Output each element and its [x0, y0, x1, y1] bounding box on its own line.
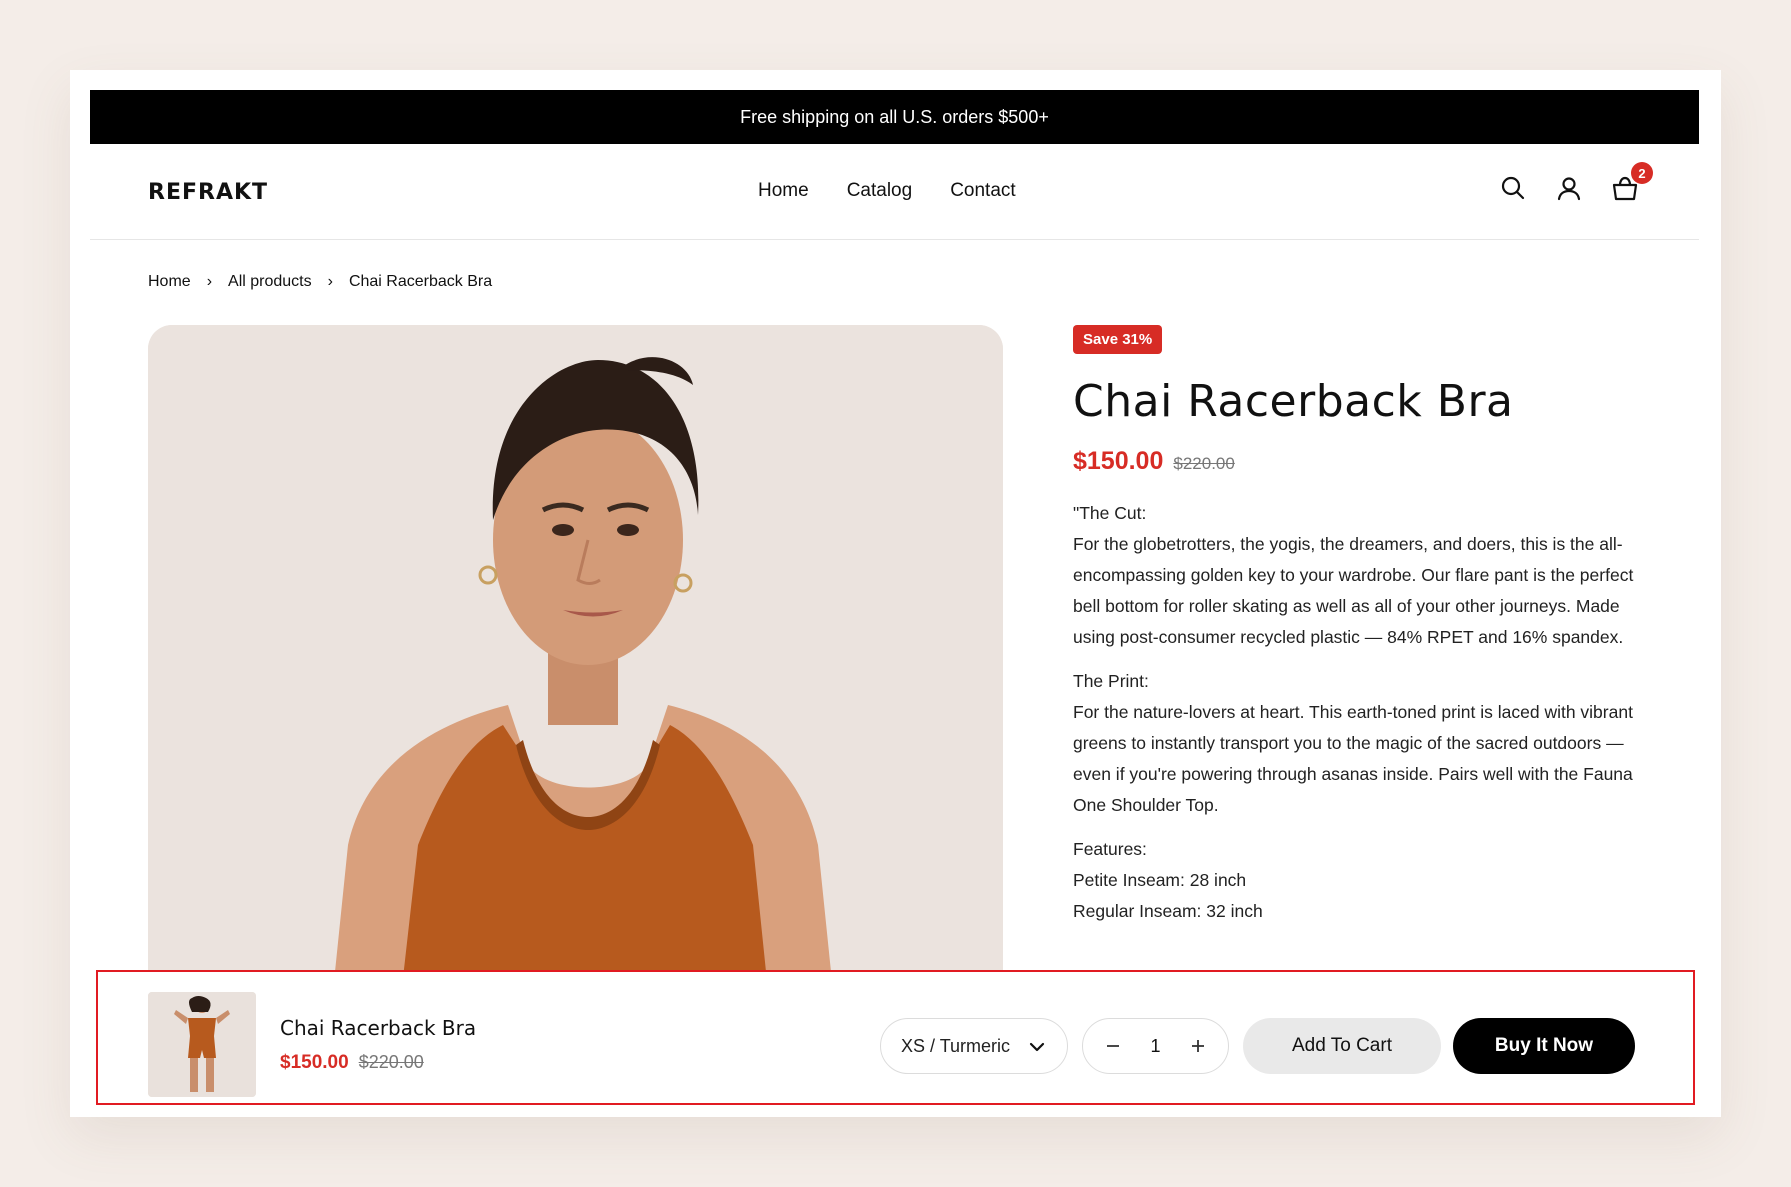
chevron-right-icon: › — [327, 273, 333, 290]
sticky-price-row: $150.00 $220.00 — [280, 1052, 424, 1074]
announcement-text: Free shipping on all U.S. orders $500+ — [740, 106, 1049, 127]
cut-text: For the globetrotters, the yogis, the dr… — [1073, 534, 1634, 647]
main-nav: Home Catalog Contact — [758, 180, 1016, 202]
breadcrumb-all-products[interactable]: All products — [228, 273, 312, 291]
feature-item: Petite Inseam: 28 inch — [1073, 870, 1247, 890]
cart-icon[interactable]: 2 — [1609, 162, 1653, 204]
header-icons: 2 — [1497, 162, 1653, 204]
description-print: The Print: For the nature-lovers at hear… — [1073, 666, 1643, 821]
features-heading: Features: — [1073, 839, 1147, 859]
sticky-sale-price: $150.00 — [280, 1052, 349, 1073]
variant-selected-value: XS / Turmeric — [901, 1035, 1011, 1056]
buy-now-button[interactable]: Buy It Now — [1453, 1018, 1635, 1074]
cut-heading: "The Cut: — [1073, 503, 1147, 523]
description-cut: "The Cut: For the globetrotters, the yog… — [1073, 498, 1643, 653]
variant-select[interactable]: XS / Turmeric — [880, 1018, 1068, 1074]
feature-item: Regular Inseam: 32 inch — [1073, 901, 1263, 921]
product-info: Save 31% Chai Racerback Bra $150.00 $220… — [1073, 325, 1643, 940]
quantity-value[interactable]: 1 — [1150, 1036, 1160, 1057]
add-to-cart-button[interactable]: Add To Cart — [1243, 1018, 1441, 1074]
chevron-down-icon — [1029, 1036, 1045, 1057]
search-icon[interactable] — [1497, 172, 1529, 204]
product-photo-illustration — [148, 325, 1003, 1040]
description-features: Features: Petite Inseam: 28 inch Regular… — [1073, 834, 1643, 927]
breadcrumb-home[interactable]: Home — [148, 273, 191, 291]
price-row: $150.00 $220.00 — [1073, 447, 1643, 476]
minus-icon[interactable] — [1101, 1034, 1125, 1058]
storefront-frame: Free shipping on all U.S. orders $500+ R… — [70, 70, 1721, 1117]
breadcrumb-current: Chai Racerback Bra — [348, 273, 493, 290]
breadcrumb: Home › All products › Chai Racerback Bra — [148, 273, 492, 291]
print-heading: The Print: — [1073, 671, 1149, 691]
compare-price: $220.00 — [1173, 454, 1235, 473]
nav-contact[interactable]: Contact — [950, 180, 1015, 202]
chevron-right-icon: › — [206, 273, 213, 290]
site-header: REFRAKT Home Catalog Contact 2 — [90, 144, 1699, 240]
announcement-bar: Free shipping on all U.S. orders $500+ — [90, 90, 1699, 144]
cart-count-badge: 2 — [1631, 162, 1653, 184]
sale-price: $150.00 — [1073, 447, 1164, 475]
product-title: Chai Racerback Bra — [1073, 376, 1514, 427]
quantity-stepper: 1 — [1082, 1018, 1229, 1074]
sticky-add-to-cart-bar: Chai Racerback Bra $150.00 $220.00 XS / … — [96, 970, 1695, 1105]
nav-home[interactable]: Home — [758, 180, 809, 202]
save-badge: Save 31% — [1073, 325, 1163, 354]
product-description: "The Cut: For the globetrotters, the yog… — [1073, 498, 1643, 927]
account-icon[interactable] — [1553, 172, 1585, 204]
sticky-product-title: Chai Racerback Bra — [280, 1016, 477, 1040]
sticky-compare-price: $220.00 — [358, 1052, 424, 1072]
product-image[interactable] — [148, 325, 1003, 1040]
print-text: For the nature-lovers at heart. This ear… — [1073, 702, 1633, 815]
sticky-product-thumbnail — [148, 992, 256, 1097]
nav-catalog[interactable]: Catalog — [847, 180, 913, 202]
plus-icon[interactable] — [1186, 1034, 1210, 1058]
brand-logo[interactable]: REFRAKT — [148, 180, 268, 205]
